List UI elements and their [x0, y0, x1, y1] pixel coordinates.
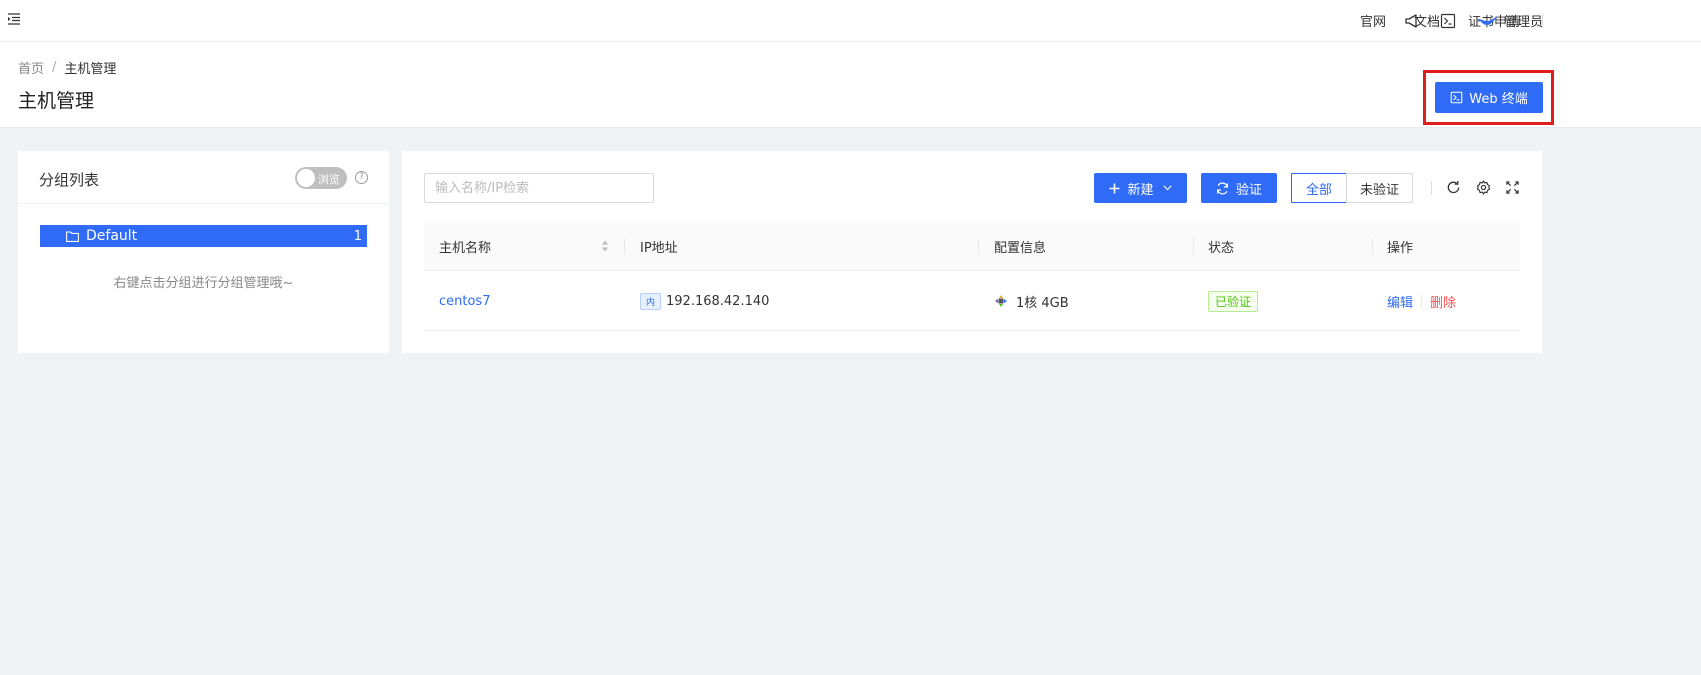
browse-switch[interactable]: 浏览: [295, 167, 347, 189]
col-ip: IP地址: [640, 240, 678, 256]
group-name: Default: [86, 228, 138, 244]
breadcrumb-current: 主机管理: [64, 62, 117, 77]
col-host-name: 主机名称: [439, 240, 492, 256]
breadcrumb: 首页 / 主机管理: [18, 58, 116, 77]
host-status: 已验证: [1208, 271, 1259, 331]
host-name-link[interactable]: centos7: [439, 271, 490, 331]
fullscreen-icon[interactable]: [1503, 178, 1521, 196]
chevron-down-icon: [1162, 185, 1172, 191]
table-row: centos7 内 192.168.42.140 1核 4GB 已验证 编辑 删…: [424, 271, 1520, 331]
filter-all[interactable]: 全部: [1291, 173, 1347, 203]
column-separator: [1193, 238, 1194, 254]
group-count: 1: [353, 228, 362, 244]
top-bar: 官网 文档 证书申请 管理员: [0, 0, 1701, 42]
switch-label: 浏览: [318, 173, 340, 186]
breadcrumb-home[interactable]: 首页: [18, 58, 44, 77]
web-terminal-button[interactable]: Web 终端: [1435, 82, 1543, 113]
internal-tag: 内: [640, 292, 662, 310]
status-badge: 已验证: [1208, 290, 1259, 312]
col-actions: 操作: [1387, 240, 1414, 256]
filter-segment: 全部 未验证: [1291, 173, 1413, 203]
terminal-icon[interactable]: [1438, 11, 1458, 31]
table-header: 主机名称 IP地址 配置信息 状态 操作: [424, 221, 1520, 271]
delete-button[interactable]: 删除: [1430, 292, 1456, 311]
search-input[interactable]: [424, 173, 654, 203]
avatar: [1475, 16, 1498, 25]
official-site-link[interactable]: 官网: [1360, 11, 1386, 30]
host-actions: 编辑 删除: [1387, 271, 1456, 331]
user-menu[interactable]: 管理员: [1475, 11, 1543, 30]
edit-button[interactable]: 编辑: [1387, 292, 1413, 311]
page-title: 主机管理: [18, 90, 95, 112]
notification-icon[interactable]: [1402, 11, 1422, 31]
host-config: 1核 4GB: [994, 271, 1069, 331]
col-status: 状态: [1208, 240, 1235, 256]
plus-icon: [1109, 183, 1120, 193]
filter-unverified[interactable]: 未验证: [1346, 173, 1413, 203]
verify-label: 验证: [1235, 182, 1262, 198]
page-header: 首页 / 主机管理 主机管理 Web 终端: [0, 42, 1701, 128]
config-value: 1核 4GB: [1016, 295, 1069, 311]
group-panel: 分组列表 浏览 ? Default 1 右键点击分组进行分组管理哦~: [18, 151, 389, 353]
help-icon[interactable]: ?: [355, 171, 368, 184]
switch-knob: [297, 169, 315, 187]
terminal-icon: [1450, 91, 1463, 104]
column-separator: [624, 238, 625, 254]
group-panel-title: 分组列表: [39, 171, 100, 189]
ip-value: 192.168.42.140: [666, 293, 770, 309]
folder-icon: [66, 230, 79, 242]
group-hint: 右键点击分组进行分组管理哦~: [113, 276, 294, 291]
host-ip: 内 192.168.42.140: [640, 271, 769, 331]
column-separator: [978, 238, 979, 254]
new-host-button[interactable]: 新建: [1094, 173, 1187, 203]
menu-fold-icon[interactable]: [7, 12, 21, 26]
user-name: 管理员: [1503, 15, 1543, 30]
sort-icon[interactable]: [601, 240, 609, 252]
verify-button[interactable]: 验证: [1201, 173, 1277, 203]
breadcrumb-separator: /: [52, 60, 57, 75]
toolbar-divider: [1431, 181, 1432, 195]
group-item-default[interactable]: Default 1: [40, 225, 367, 247]
group-panel-header: 分组列表 浏览 ?: [18, 151, 389, 204]
cpu-icon: [995, 295, 1007, 307]
column-separator: [1372, 238, 1373, 254]
sync-icon: [1216, 181, 1229, 195]
col-config: 配置信息: [994, 240, 1047, 256]
host-panel: 新建 验证 全部 未验证 主机名称 IP地址 配置信息 状态 操作 cen: [402, 151, 1542, 353]
top-icons: 管理员: [1386, 0, 1701, 41]
action-separator: [1421, 295, 1423, 307]
host-table: 主机名称 IP地址 配置信息 状态 操作 centos7 内 192.168.4…: [424, 221, 1520, 331]
settings-icon[interactable]: [1474, 178, 1492, 196]
web-terminal-label: Web 终端: [1469, 92, 1528, 107]
new-host-label: 新建: [1127, 182, 1154, 198]
reload-icon[interactable]: [1444, 178, 1462, 196]
